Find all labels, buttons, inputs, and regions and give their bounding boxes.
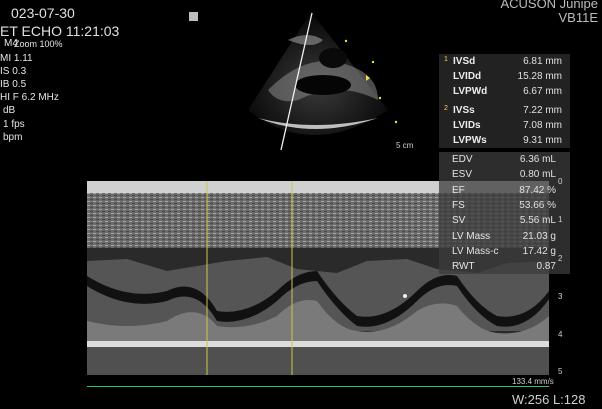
measurement-index	[439, 133, 453, 135]
measurement-index	[439, 84, 453, 86]
calculation-value: 87.42 %	[519, 184, 556, 196]
orientation-icon	[189, 12, 198, 21]
exam-date: 023-07-30	[11, 5, 75, 21]
measurement-value: 15.28 mm	[517, 71, 562, 82]
measurement-label: IVSd	[453, 56, 476, 67]
calculation-row: ESV 0.80 mL	[439, 167, 570, 182]
depth-label: 3	[558, 292, 563, 301]
measurement-value: 6.81 mm	[523, 56, 562, 67]
calculation-label: LV Mass-c	[452, 245, 499, 257]
depth-label: 1	[558, 215, 563, 224]
bmode-sector-image	[248, 12, 398, 151]
calculation-value: 6.36 mL	[519, 154, 556, 166]
measurement-label: LVPWd	[453, 86, 488, 97]
measurement-value: 7.22 mm	[523, 105, 562, 116]
measurement-row: 1 IVSd 6.81 mm	[439, 54, 570, 69]
calculation-label: ESV	[452, 169, 473, 181]
calculation-row: LV Mass-c 17.42 g	[439, 244, 570, 259]
calculation-label: RWT	[452, 261, 475, 273]
param-frame-rate: 1 fps	[3, 119, 25, 130]
measurement-index	[439, 69, 453, 71]
calculation-row: RWT 0.87	[439, 259, 570, 274]
measurement-value: 6.67 mm	[523, 86, 562, 97]
param-gain: dB	[3, 105, 16, 116]
measurement-row: LVPWs 9.31 mm	[439, 133, 570, 148]
calculation-value: 21.03 g	[522, 230, 556, 242]
depth-label: 0	[558, 177, 563, 186]
calculation-row: EDV 6.36 mL	[439, 152, 570, 167]
measurement-label: LVPWs	[453, 135, 487, 146]
param-tis: IS 0.3	[0, 66, 27, 77]
measurement-index: 1	[444, 56, 448, 63]
exam-time-row: ET ECHO 11:21:03	[0, 23, 120, 39]
measurement-row: 2 IVSs 7.22 mm	[439, 103, 570, 118]
calculation-label: FS	[452, 200, 465, 212]
measurement-index: 2	[444, 105, 448, 112]
window-level: W:256 L:128	[512, 392, 586, 407]
param-heart-rate: bpm	[3, 132, 23, 143]
depth-label: 2	[558, 254, 563, 263]
measurement-value: 9.31 mm	[523, 135, 562, 146]
scale-label: 5 cm	[396, 141, 414, 150]
calculation-value: 53.66 %	[519, 200, 556, 212]
measurement-label: LVIDs	[453, 120, 481, 131]
param-tib: IB 0.5	[0, 79, 27, 90]
calculation-row: EF 87.42 %	[439, 183, 570, 198]
param-mi: MI 1.11	[0, 53, 33, 64]
calculation-label: EDV	[452, 154, 473, 166]
measurement-value: 7.08 mm	[523, 120, 562, 131]
software-version: VB11E	[558, 10, 598, 25]
measurement-label: IVSs	[453, 105, 475, 116]
calculation-label: EF	[452, 184, 465, 196]
measurement-row: LVPWd 6.67 mm	[439, 84, 570, 99]
measurement-label: LVIDd	[453, 71, 482, 82]
depth-label: 5	[558, 367, 563, 376]
calculation-label: SV	[452, 215, 466, 227]
measurement-row: LVIDd 15.28 mm	[439, 69, 570, 84]
sweep-speed: 133.4 mm/s	[512, 377, 554, 386]
calculation-row: LV Mass 21.03 g	[439, 228, 570, 243]
param-zoom: Zoom 100%	[14, 39, 63, 49]
calculation-row: FS 53.66 %	[439, 198, 570, 213]
measurement-panel: 1 IVSd 6.81 mm LVIDd 15.28 mm LVPWd 6.67…	[439, 54, 570, 148]
calculation-label: LV Mass	[452, 230, 491, 242]
depth-label: 4	[558, 330, 563, 339]
measurement-row: LVIDs 7.08 mm	[439, 118, 570, 133]
timeline-baseline	[87, 386, 549, 387]
param-frequency: HI F 6.2 MHz	[0, 92, 59, 103]
calculation-row: SV 5.56 mL	[439, 213, 570, 228]
calculation-panel: EDV 6.36 mL ESV 0.80 mL EF 87.42 % FS 53.66 …	[439, 152, 570, 275]
measurement-index	[439, 118, 453, 120]
